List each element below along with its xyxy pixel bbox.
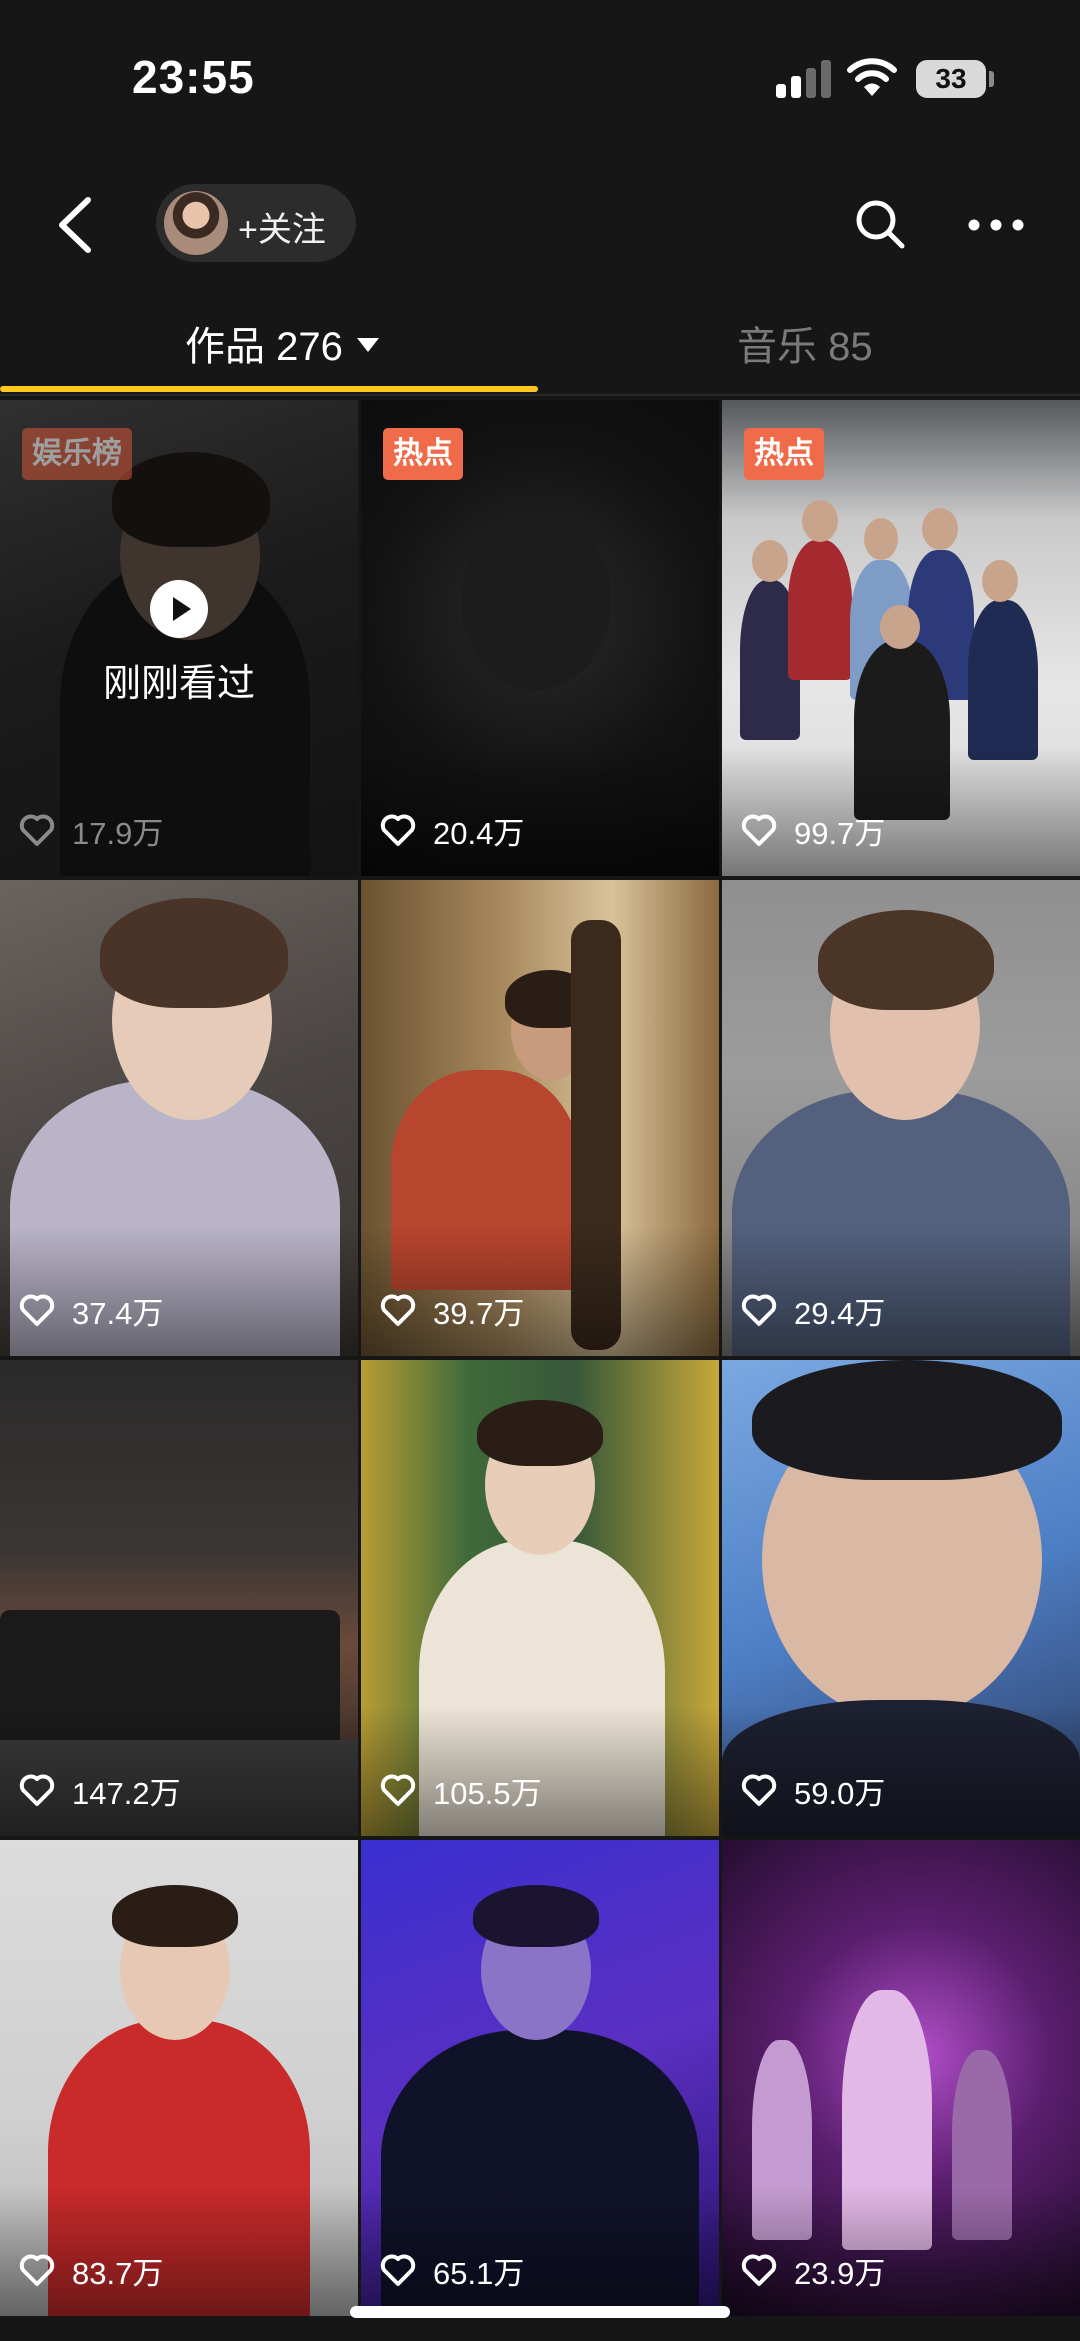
video-tile[interactable]: 39.7万 bbox=[361, 880, 719, 1356]
tabs-divider bbox=[0, 394, 1080, 396]
like-count: 99.7万 bbox=[740, 810, 886, 851]
recently-watched: 刚刚看过 bbox=[0, 580, 358, 707]
heart-icon bbox=[741, 1774, 777, 1806]
video-tile[interactable]: 65.1万 bbox=[361, 1840, 719, 2316]
heart-icon bbox=[19, 2254, 55, 2286]
home-indicator[interactable] bbox=[350, 2306, 730, 2318]
follow-label: +关注 bbox=[238, 211, 326, 249]
hot-badge: 热点 bbox=[744, 428, 824, 480]
wifi-icon bbox=[847, 58, 897, 96]
video-tile[interactable]: 热点 99.7万 bbox=[722, 400, 1080, 876]
heart-icon bbox=[19, 1774, 55, 1806]
video-tile[interactable]: 83.7万 bbox=[0, 1840, 358, 2316]
like-count-value: 65.1万 bbox=[433, 2255, 525, 2291]
like-count-value: 20.4万 bbox=[433, 815, 525, 851]
like-count-value: 147.2万 bbox=[72, 1775, 181, 1811]
heart-icon bbox=[380, 814, 416, 846]
hot-badge: 热点 bbox=[383, 428, 463, 480]
more-options-icon[interactable] bbox=[966, 200, 1026, 250]
video-tile[interactable]: 23.9万 bbox=[722, 1840, 1080, 2316]
clock: 23:55 bbox=[132, 51, 255, 103]
battery-icon: 33 bbox=[916, 60, 986, 98]
video-tile[interactable]: 37.4万 bbox=[0, 880, 358, 1356]
recently-watched-label: 刚刚看过 bbox=[102, 663, 255, 705]
like-count-value: 23.9万 bbox=[794, 2255, 886, 2291]
like-count-value: 59.0万 bbox=[794, 1775, 886, 1811]
video-tile[interactable]: 娱乐榜 刚刚看过 17.9万 bbox=[0, 400, 358, 876]
video-tile[interactable]: 59.0万 bbox=[722, 1360, 1080, 1836]
search-icon[interactable] bbox=[852, 196, 908, 252]
active-tab-indicator bbox=[0, 386, 538, 392]
like-count: 23.9万 bbox=[740, 2250, 886, 2291]
play-icon bbox=[150, 580, 208, 638]
like-count: 59.0万 bbox=[740, 1770, 886, 1811]
like-count: 147.2万 bbox=[18, 1770, 181, 1811]
video-tile[interactable]: 105.5万 bbox=[361, 1360, 719, 1836]
avatar[interactable] bbox=[164, 191, 228, 255]
heart-icon bbox=[19, 1294, 55, 1326]
like-count-value: 83.7万 bbox=[72, 2255, 164, 2291]
profile-header: +关注 bbox=[0, 170, 1080, 280]
like-count-value: 17.9万 bbox=[72, 815, 164, 851]
like-count: 20.4万 bbox=[379, 810, 525, 851]
like-count-value: 29.4万 bbox=[794, 1295, 886, 1331]
follow-button[interactable]: +关注 bbox=[156, 184, 356, 262]
heart-icon bbox=[380, 1294, 416, 1326]
cellular-signal-icon bbox=[776, 58, 832, 98]
video-tile[interactable]: 147.2万 bbox=[0, 1360, 358, 1836]
like-count: 29.4万 bbox=[740, 1290, 886, 1331]
like-count: 65.1万 bbox=[379, 2250, 525, 2291]
back-arrow-icon[interactable] bbox=[52, 196, 98, 254]
tab-music-label: 音乐 85 bbox=[737, 325, 873, 369]
like-count: 39.7万 bbox=[379, 1290, 525, 1331]
battery-tip bbox=[989, 71, 994, 87]
heart-icon bbox=[19, 814, 55, 846]
heart-icon bbox=[741, 814, 777, 846]
like-count-value: 105.5万 bbox=[433, 1775, 542, 1811]
like-count: 17.9万 bbox=[18, 810, 164, 851]
tab-music[interactable]: 音乐 85 bbox=[737, 314, 873, 372]
tab-works[interactable]: 作品 276 bbox=[185, 314, 379, 372]
like-count: 105.5万 bbox=[379, 1770, 542, 1811]
ranking-badge: 娱乐榜 bbox=[22, 428, 132, 480]
dropdown-caret-icon[interactable] bbox=[356, 338, 379, 353]
heart-icon bbox=[741, 1294, 777, 1326]
like-count: 37.4万 bbox=[18, 1290, 164, 1331]
like-count-value: 99.7万 bbox=[794, 815, 886, 851]
status-bar: 23:55 33 bbox=[0, 0, 1080, 150]
content-tabs: 作品 276 音乐 85 bbox=[0, 300, 1080, 396]
tab-works-label: 作品 276 bbox=[185, 325, 343, 369]
heart-icon bbox=[741, 2254, 777, 2286]
heart-icon bbox=[380, 1774, 416, 1806]
like-count: 83.7万 bbox=[18, 2250, 164, 2291]
heart-icon bbox=[380, 2254, 416, 2286]
like-count-value: 39.7万 bbox=[433, 1295, 525, 1331]
video-tile[interactable]: 热点 20.4万 bbox=[361, 400, 719, 876]
like-count-value: 37.4万 bbox=[72, 1295, 164, 1331]
video-tile[interactable]: 29.4万 bbox=[722, 880, 1080, 1356]
